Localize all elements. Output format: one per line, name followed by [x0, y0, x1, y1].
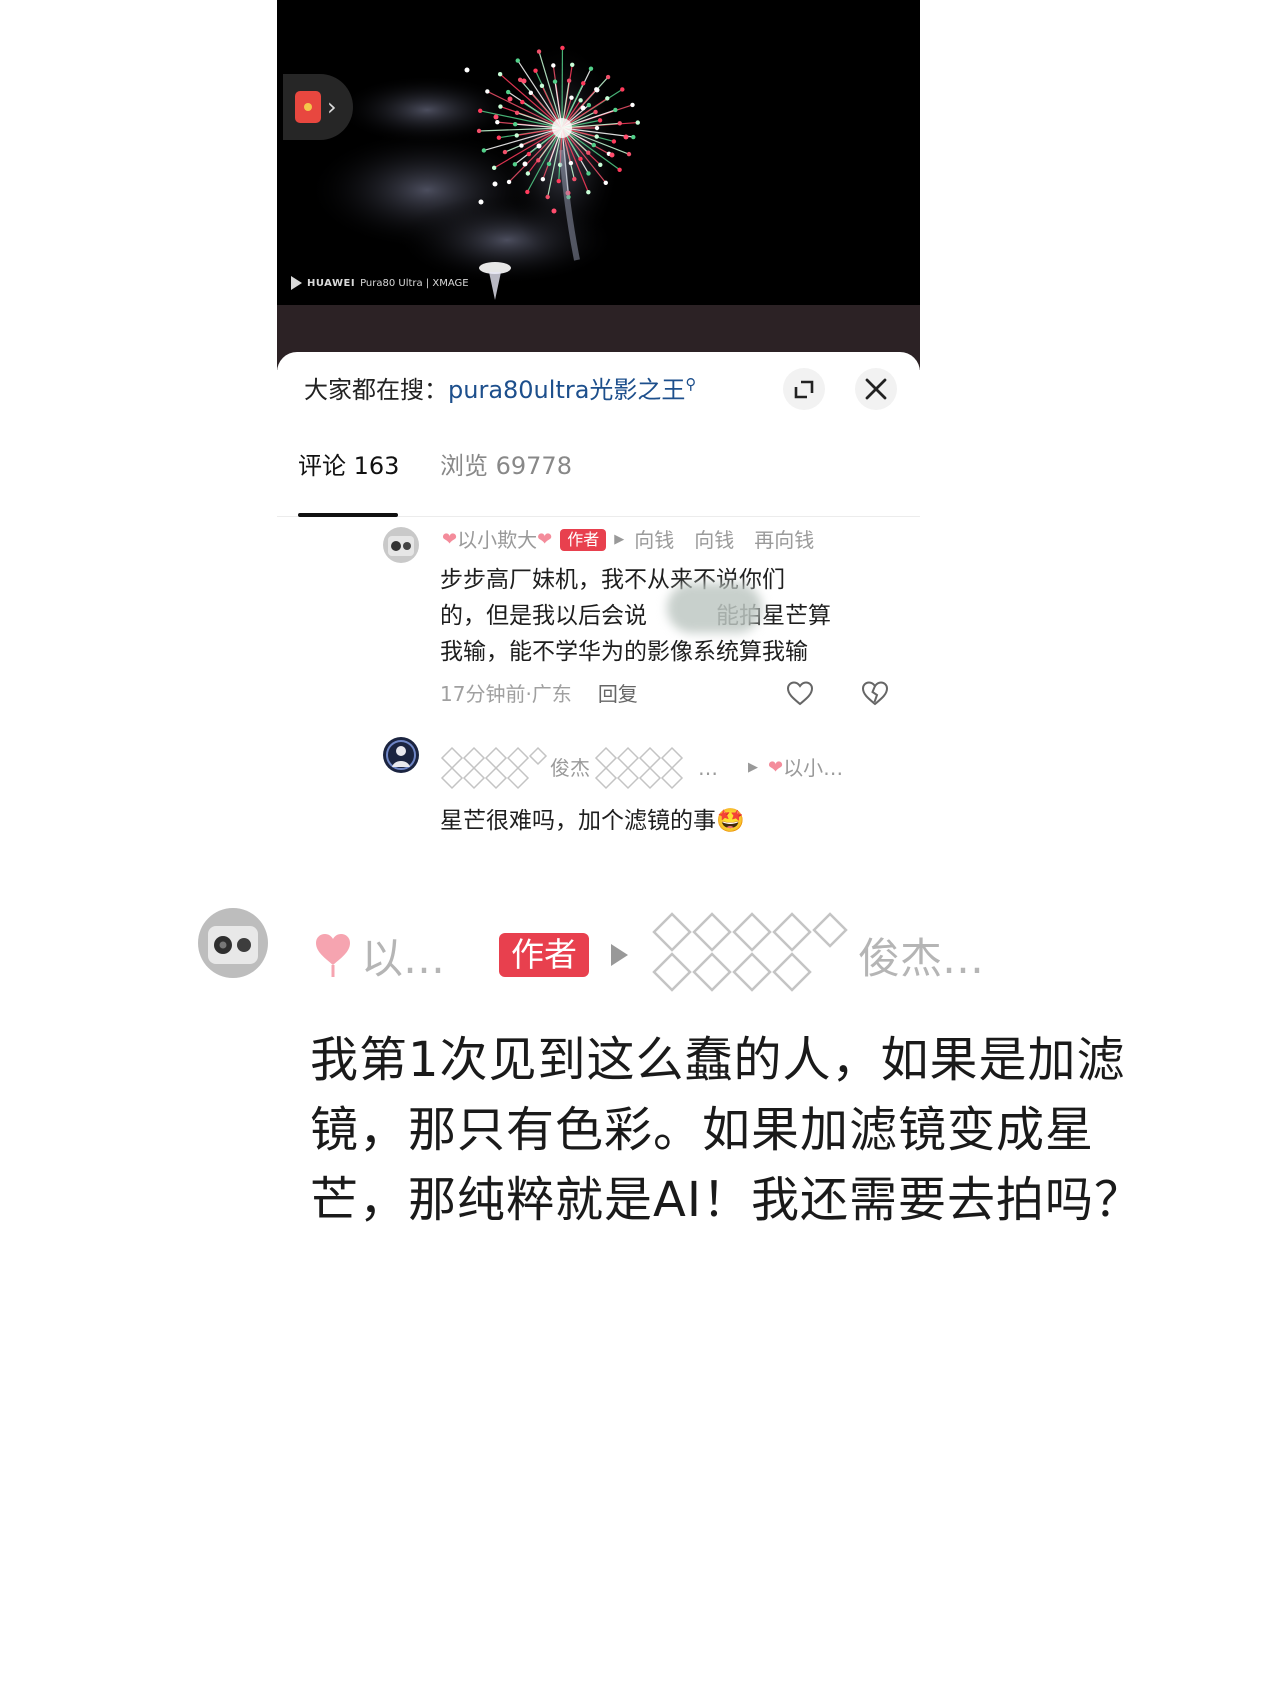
heart-decoration-icon: ❤ — [442, 529, 458, 550]
camera-watermark: HUAWEI Pura80 Ultra | XMAGE — [291, 276, 469, 290]
fireworks-video-frame — [307, 40, 640, 300]
tab-views[interactable]: 浏览 69778 — [440, 436, 572, 496]
heart-decoration-icon: ❤ — [768, 757, 784, 778]
blurred-redaction — [667, 583, 762, 633]
diamond-pattern-decoration — [652, 912, 848, 992]
red-envelope-icon — [295, 91, 321, 123]
comment-time-location: 17分钟前·广东 — [440, 682, 572, 706]
avatar-large — [198, 908, 268, 978]
search-prefix: 大家都在搜： — [304, 376, 448, 404]
reply-arrow-icon: ▶ — [614, 532, 625, 547]
reply-to-name[interactable]: 向钱 向钱 再向钱 — [634, 524, 814, 556]
comment-header: 俊杰 … ▶ ❤ 以小… — [440, 746, 843, 790]
enlarged-comment-body: 我第1次见到这么蠢的人，如果是加滤镜，那只有色彩。如果加滤镜变成星芒，那纯粹就是… — [310, 1032, 1143, 1228]
reply-arrow-icon: ▶ — [748, 760, 758, 775]
watermark-model: Pura80 Ultra | XMAGE — [360, 277, 469, 289]
author-badge: 作者 — [560, 529, 607, 551]
watermark-brand: HUAWEI — [307, 277, 356, 289]
diamond-pattern-decoration — [440, 746, 548, 790]
heart-outline-icon — [786, 681, 814, 706]
screenshot-card: › HUAWEI Pura80 Ultra | XMAGE 大家都在搜：pura… — [277, 0, 920, 860]
red-packet-button[interactable]: › — [283, 74, 353, 140]
tab-bar: 评论 163 浏览 69778 — [277, 436, 920, 517]
avatar[interactable] — [383, 737, 419, 773]
reply-button[interactable]: 回复 — [598, 682, 638, 706]
username[interactable]: 以小欺大 — [457, 524, 537, 556]
tab-comments[interactable]: 评论 163 — [298, 436, 399, 496]
comment-body: 星芒很难吗，加个滤镜的事🤩 — [440, 803, 910, 839]
comment-meta: 17分钟前·广东 回复 — [440, 679, 638, 709]
username-ellipsis: … — [698, 756, 718, 780]
clipped-row-fade — [277, 842, 920, 860]
heart-decoration-icon — [316, 934, 350, 977]
play-logo-icon — [291, 276, 302, 290]
reply-to-name-large: 俊杰… — [858, 933, 985, 983]
author-badge-large: 作者 — [499, 933, 590, 977]
close-button[interactable] — [855, 368, 897, 410]
comment-line: 我输，能不学华为的影像系统算我输 — [440, 639, 808, 665]
diamond-pattern-decoration — [594, 746, 684, 790]
expand-icon — [794, 380, 814, 399]
username-large: 以… — [361, 933, 446, 983]
enlarged-comment-header: 以… 作者 俊杰… — [313, 912, 985, 992]
expand-button[interactable] — [783, 368, 825, 410]
chevron-right-icon: › — [327, 93, 337, 121]
close-icon — [865, 378, 887, 400]
username[interactable]: 俊杰 — [550, 752, 590, 784]
reply-to-name[interactable]: 以小… — [783, 752, 843, 784]
video-player[interactable]: › HUAWEI Pura80 Ultra | XMAGE — [277, 0, 920, 305]
star-eyes-emoji: 🤩 — [716, 808, 745, 834]
search-term-link[interactable]: pura80ultra光影之王 — [448, 376, 685, 404]
broken-heart-icon — [861, 681, 889, 706]
heart-decoration-icon: ❤ — [537, 529, 553, 550]
avatar[interactable] — [383, 527, 419, 563]
comment-header: ❤ 以小欺大 ❤ 作者 ▶ 向钱 向钱 再向钱 — [442, 524, 814, 556]
like-button[interactable] — [785, 678, 815, 712]
active-tab-indicator — [298, 513, 398, 517]
reply-arrow-icon — [611, 944, 629, 966]
search-icon: ⚲ — [685, 375, 697, 393]
comment-text: 星芒很难吗，加个滤镜的事 — [440, 808, 716, 834]
dislike-button[interactable] — [860, 678, 890, 712]
